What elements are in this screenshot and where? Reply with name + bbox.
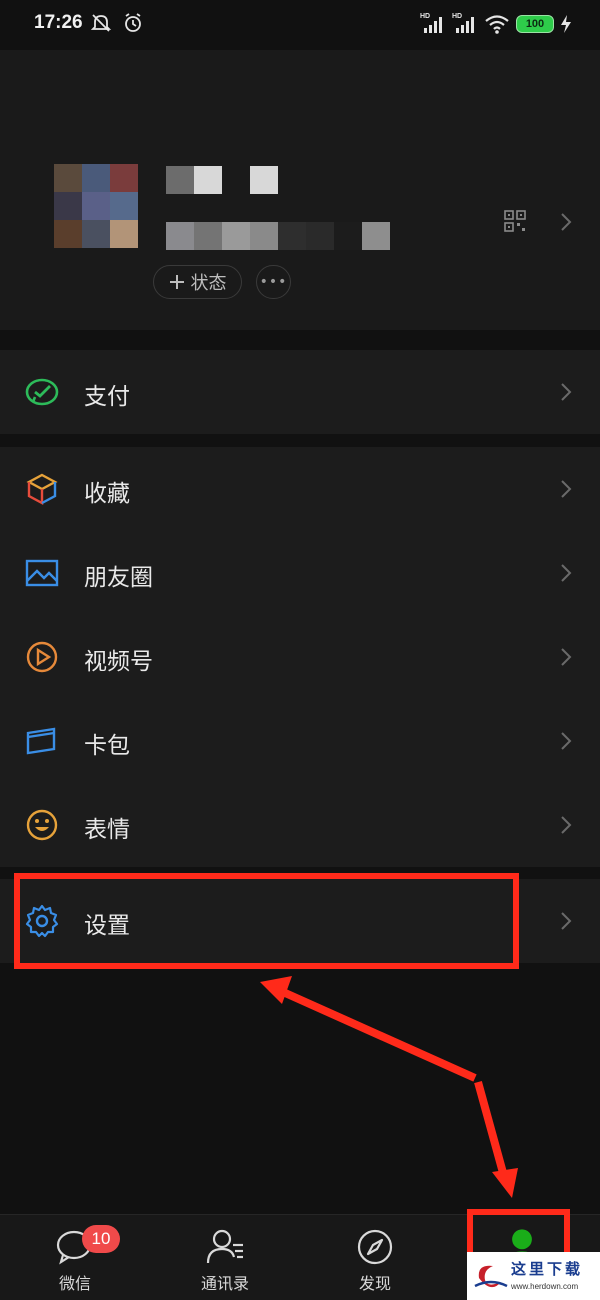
arrow-head-to-me-tab (492, 1168, 518, 1198)
tab-label: 发现 (358, 1274, 391, 1293)
menu-item-label: 朋友圈 (84, 565, 153, 591)
signal-2: HD (452, 13, 478, 35)
menu-group-main: 收藏 朋友圈 视频号 卡包 表情 (0, 447, 600, 867)
tab-label: 微信 (58, 1274, 91, 1293)
qr-code-icon[interactable] (504, 210, 526, 232)
chevron-right-icon (561, 564, 572, 582)
contacts-icon (206, 1229, 243, 1264)
chevron-right-icon (561, 213, 572, 231)
status-time: 17:26 (34, 12, 83, 33)
mute-bell-icon (90, 14, 112, 32)
compass-icon (357, 1229, 393, 1265)
chevron-right-icon (561, 648, 572, 666)
ellipsis-icon: ••• (259, 274, 288, 290)
watermark: 这里下载 www.herdown.com (467, 1252, 600, 1300)
watermark-logo (474, 1265, 508, 1288)
watermark-text: 这里下载 (511, 1260, 584, 1278)
play-circle-icon (26, 641, 58, 673)
wechat-pay-icon (25, 378, 59, 406)
highlight-box-settings (14, 873, 519, 969)
more-button[interactable]: ••• (256, 265, 291, 299)
image-icon (25, 559, 59, 587)
status-icons-right: HD HD 100 (420, 13, 572, 35)
menu-item-label: 支付 (84, 384, 130, 410)
cube-icon (26, 473, 58, 506)
profile-header[interactable]: 状态 ••• (0, 50, 600, 330)
status-button[interactable]: 状态 (153, 265, 242, 299)
tab-chats[interactable]: 10 微信 (0, 1215, 150, 1300)
arrow-line-to-settings (281, 988, 477, 1082)
chevron-right-icon (561, 816, 572, 834)
signal-icon (456, 17, 474, 33)
status-icons-left (90, 12, 144, 34)
menu-item-moments[interactable]: 朋友圈 (0, 531, 600, 615)
smile-icon (26, 809, 58, 841)
plus-icon (169, 275, 184, 289)
menu-item-label: 视频号 (84, 649, 153, 675)
avatar[interactable] (54, 164, 138, 248)
tab-discover[interactable]: 发现 (300, 1215, 450, 1300)
menu-item-pay[interactable]: 支付 (0, 350, 600, 434)
unread-badge: 10 (82, 1225, 120, 1253)
tab-label: 通讯录 (200, 1274, 249, 1293)
chevron-right-icon (561, 383, 572, 401)
charging-icon (561, 15, 571, 33)
chevron-right-icon (561, 732, 572, 750)
arrow-line-to-me-tab (474, 1080, 509, 1182)
chevron-right-icon (561, 480, 572, 498)
signal-1: HD (420, 13, 446, 35)
menu-item-label: 收藏 (84, 481, 130, 507)
signal-icon (424, 17, 442, 33)
status-button-label: 状态 (190, 273, 227, 294)
battery-indicator: 100 (516, 15, 554, 33)
card-icon (26, 727, 56, 755)
tab-contacts[interactable]: 通讯录 (150, 1215, 300, 1300)
alarm-icon (125, 13, 141, 32)
chevron-right-icon (561, 912, 572, 930)
wechat-id-blurred (166, 222, 390, 250)
nickname-blurred (166, 166, 278, 194)
menu-item-favorites[interactable]: 收藏 (0, 447, 600, 531)
arrow-head-to-settings (260, 976, 292, 1004)
menu-item-label: 表情 (84, 817, 130, 843)
menu-item-channels[interactable]: 视频号 (0, 615, 600, 699)
wifi-icon (485, 15, 509, 34)
menu-item-card-wallet[interactable]: 卡包 (0, 699, 600, 783)
watermark-url: www.herdown.com (511, 1282, 579, 1291)
status-bar: 17:26 HD HD 100 (0, 0, 600, 50)
menu-group-pay: 支付 (0, 350, 600, 434)
menu-item-label: 卡包 (84, 733, 130, 759)
menu-item-stickers[interactable]: 表情 (0, 783, 600, 867)
